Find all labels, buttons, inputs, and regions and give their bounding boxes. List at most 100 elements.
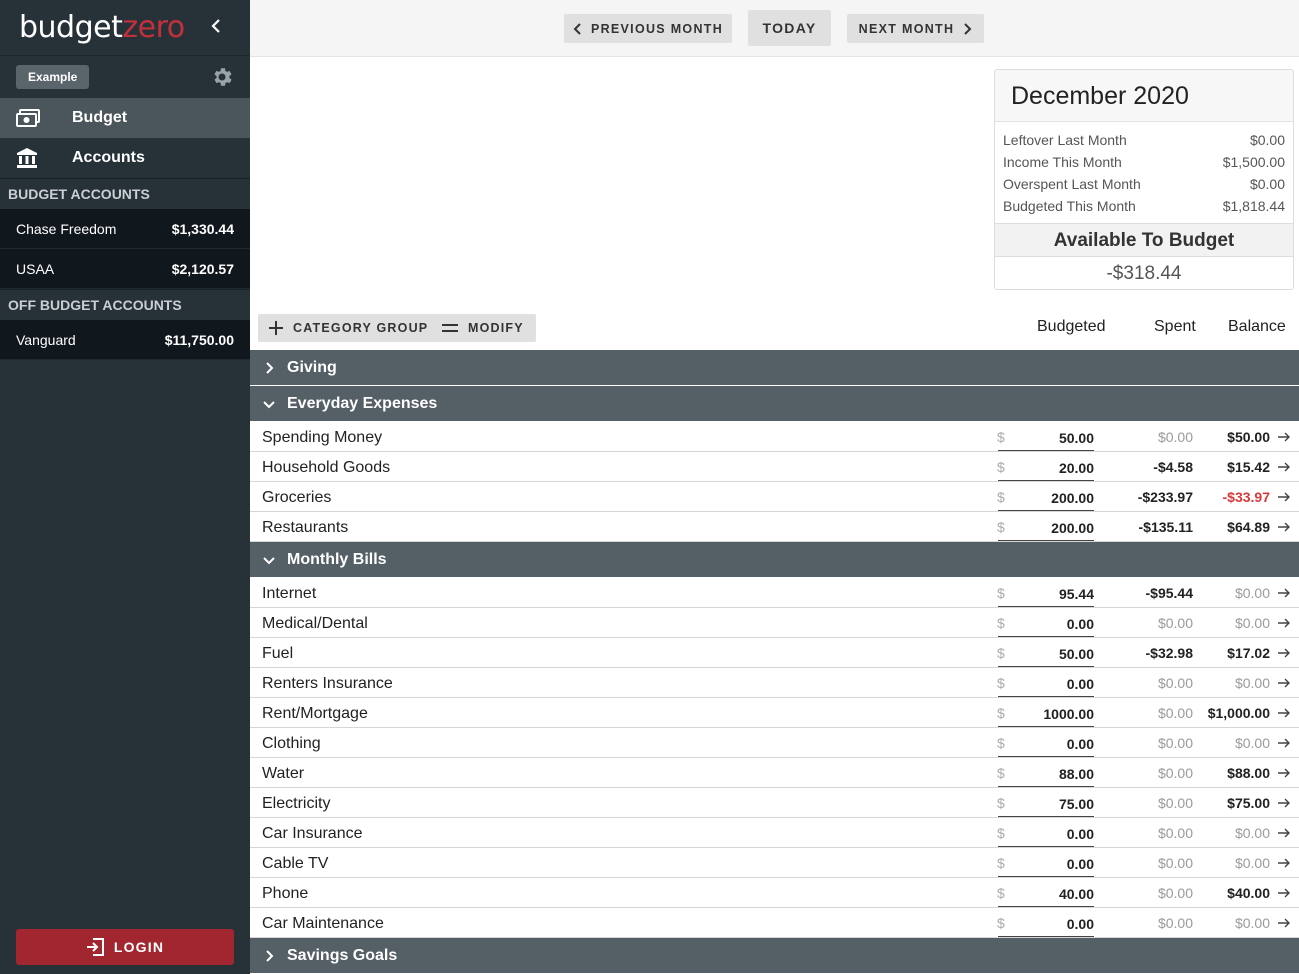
category-name[interactable]: Cable TV xyxy=(262,855,328,873)
category-name[interactable]: Groceries xyxy=(262,489,331,507)
arrow-right-icon[interactable] xyxy=(1277,736,1291,750)
bank-icon xyxy=(16,147,42,169)
previous-month-label: PREVIOUS MONTH xyxy=(590,21,724,36)
category-name[interactable]: Renters Insurance xyxy=(262,675,393,693)
brand-logo[interactable]: budgetzero xyxy=(19,10,185,45)
spent-value: $0.00 xyxy=(1157,735,1193,751)
equals-icon xyxy=(442,324,458,332)
arrow-right-icon[interactable] xyxy=(1277,796,1291,810)
app-root: budgetzero Example Budget Accounts BUDGE… xyxy=(0,0,1299,974)
arrow-right-icon[interactable] xyxy=(1277,886,1291,900)
category-name[interactable]: Phone xyxy=(262,885,308,903)
budgeted-input[interactable]: 95.44 xyxy=(998,578,1094,607)
budgeted-input[interactable]: 88.00 xyxy=(998,758,1094,787)
category-group-header[interactable]: Savings Goals xyxy=(250,938,1299,974)
account-item-chase-freedom[interactable]: Chase Freedom $1,330.44 xyxy=(0,209,250,249)
budgeted-input[interactable]: 50.00 xyxy=(998,638,1094,667)
arrow-right-icon[interactable] xyxy=(1277,706,1291,720)
budgeted-input[interactable]: 200.00 xyxy=(998,482,1094,511)
arrow-right-icon[interactable] xyxy=(1277,676,1291,690)
arrow-right-icon[interactable] xyxy=(1277,646,1291,660)
nav-item-budget[interactable]: Budget xyxy=(0,98,250,138)
category-name[interactable]: Restaurants xyxy=(262,519,348,537)
category-name[interactable]: Electricity xyxy=(262,795,330,813)
arrow-right-icon[interactable] xyxy=(1277,856,1291,870)
arrow-right-icon[interactable] xyxy=(1277,520,1291,534)
today-button[interactable]: TODAY xyxy=(748,10,831,46)
category-name[interactable]: Car Insurance xyxy=(262,825,363,843)
next-month-button[interactable]: NEXT MONTH xyxy=(847,14,984,43)
category-name[interactable]: Fuel xyxy=(262,645,293,663)
category-group-name: Everyday Expenses xyxy=(287,394,438,412)
modify-button[interactable]: MODIFY xyxy=(431,314,536,342)
nav-item-accounts-label: Accounts xyxy=(72,149,145,166)
budgeted-input[interactable]: 0.00 xyxy=(998,818,1094,847)
main-content: PREVIOUS MONTH TODAY NEXT MONTH December… xyxy=(250,0,1299,974)
spent-value: $0.00 xyxy=(1157,765,1193,781)
category-row: Renters Insurance $0.00 $0.00 $0.00 xyxy=(250,668,1299,698)
arrow-right-icon[interactable] xyxy=(1277,586,1291,600)
arrow-right-icon[interactable] xyxy=(1277,430,1291,444)
summary-row-overspent: Overspent Last Month $0.00 xyxy=(1003,173,1285,195)
budgeted-input[interactable]: 0.00 xyxy=(998,728,1094,757)
category-name[interactable]: Internet xyxy=(262,585,316,603)
group-toggle[interactable] xyxy=(250,949,287,962)
chevron-left-icon xyxy=(573,22,581,35)
category-name[interactable]: Car Maintenance xyxy=(262,915,384,933)
arrow-right-icon[interactable] xyxy=(1277,826,1291,840)
add-category-group-label: CATEGORY GROUP xyxy=(293,321,429,335)
category-group-header[interactable]: Giving xyxy=(250,350,1299,386)
add-category-group-button[interactable]: CATEGORY GROUP xyxy=(258,314,441,342)
arrow-right-icon[interactable] xyxy=(1277,766,1291,780)
budget-chip[interactable]: Example xyxy=(16,65,90,89)
category-name[interactable]: Clothing xyxy=(262,735,321,753)
category-name[interactable]: Spending Money xyxy=(262,429,382,447)
arrow-right-icon[interactable] xyxy=(1277,460,1291,474)
summary-row-label: Overspent Last Month xyxy=(1003,176,1141,192)
budgeted-input[interactable]: 0.00 xyxy=(998,848,1094,877)
summary-row-value: $1,500.00 xyxy=(1222,154,1285,170)
column-header-balance: Balance xyxy=(1228,318,1286,335)
group-toggle[interactable] xyxy=(250,361,287,374)
category-name[interactable]: Water xyxy=(262,765,304,783)
budgeted-input[interactable]: 200.00 xyxy=(998,512,1094,541)
budgeted-input[interactable]: 0.00 xyxy=(998,608,1094,637)
budgeted-input[interactable]: 0.00 xyxy=(998,668,1094,697)
group-toggle[interactable] xyxy=(250,399,287,409)
arrow-right-icon[interactable] xyxy=(1277,616,1291,630)
group-toggle[interactable] xyxy=(250,555,287,565)
category-name[interactable]: Household Goods xyxy=(262,459,390,477)
spent-value: $0.00 xyxy=(1157,705,1193,721)
category-name[interactable]: Medical/Dental xyxy=(262,615,368,633)
collapse-sidebar-button[interactable] xyxy=(204,14,228,38)
category-group-header[interactable]: Everyday Expenses xyxy=(250,386,1299,422)
brand-logo-part-2: zero xyxy=(122,10,185,45)
budgeted-input[interactable]: 40.00 xyxy=(998,878,1094,907)
summary-row-value: $0.00 xyxy=(1249,132,1285,148)
budget-table: Giving Everyday Expenses Spending Money $50… xyxy=(250,350,1299,974)
summary-rows: Leftover Last Month $0.00 Income This Mon… xyxy=(995,122,1293,223)
account-item-usaa[interactable]: USAA $2,120.57 xyxy=(0,249,250,289)
arrow-right-icon[interactable] xyxy=(1277,916,1291,930)
nav-item-accounts[interactable]: Accounts xyxy=(0,138,250,178)
gear-icon[interactable] xyxy=(210,65,234,89)
month-summary-card: December 2020 Leftover Last Month $0.00 I… xyxy=(994,69,1294,290)
category-name[interactable]: Rent/Mortgage xyxy=(262,705,368,723)
balance-value: $0.00 xyxy=(1234,825,1270,841)
spent-value: -$135.11 xyxy=(1138,519,1194,535)
spent-value: -$233.97 xyxy=(1137,489,1193,505)
account-item-vanguard[interactable]: Vanguard $11,750.00 xyxy=(0,320,250,360)
balance-value: $50.00 xyxy=(1227,429,1270,445)
budgeted-input[interactable]: 75.00 xyxy=(998,788,1094,817)
budgeted-input[interactable]: 0.00 xyxy=(998,908,1094,937)
category-group-header[interactable]: Monthly Bills xyxy=(250,542,1299,578)
budgeted-input[interactable]: 1000.00 xyxy=(998,698,1094,727)
arrow-right-icon[interactable] xyxy=(1277,490,1291,504)
previous-month-button[interactable]: PREVIOUS MONTH xyxy=(564,14,732,43)
login-button[interactable]: LOGIN xyxy=(16,929,234,965)
balance-value: $1,000.00 xyxy=(1207,705,1270,721)
column-header-spent: Spent xyxy=(1154,318,1196,335)
budgeted-input[interactable]: 50.00 xyxy=(998,422,1094,451)
budgeted-input[interactable]: 20.00 xyxy=(998,452,1094,481)
balance-value: -$33.97 xyxy=(1222,489,1270,505)
